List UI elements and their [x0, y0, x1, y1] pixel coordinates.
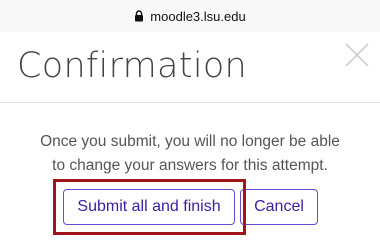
modal-title: Confirmation [17, 46, 248, 86]
close-icon[interactable] [343, 41, 371, 69]
lock-icon [134, 10, 144, 22]
browser-url-bar[interactable]: moodle3.lsu.edu [0, 0, 380, 32]
modal-message-line-2: to change your answers for this attempt. [52, 157, 328, 174]
mobile-screen: moodle3.lsu.edu Confirmation Once you su… [0, 0, 380, 250]
browser-url-text: moodle3.lsu.edu [150, 8, 246, 24]
submit-all-and-finish-button[interactable]: Submit all and finish [63, 189, 235, 225]
modal-message: Once you submit, you will no longer be a… [0, 130, 380, 178]
cancel-button[interactable]: Cancel [240, 189, 318, 225]
modal-message-line-1: Once you submit, you will no longer be a… [40, 133, 340, 150]
modal-header: Confirmation [0, 32, 380, 103]
